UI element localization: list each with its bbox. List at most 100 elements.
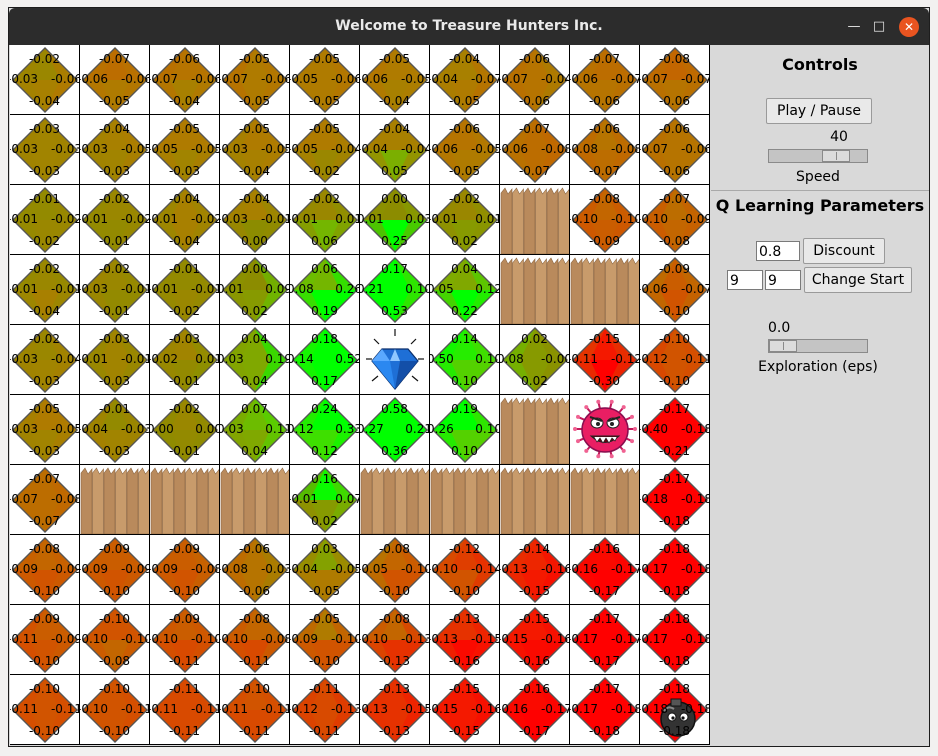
q-value-east: -0.16: [540, 562, 570, 576]
q-value-west: 0.03: [220, 422, 244, 436]
q-value-east: -0.05: [470, 142, 500, 156]
start-row-input[interactable]: 9: [727, 270, 763, 290]
q-value-east: -0.04: [540, 72, 570, 86]
q-value-west: 0.08: [290, 282, 314, 296]
q-value-west: -0.17: [570, 702, 599, 716]
fence-plank: [546, 467, 559, 534]
q-value-north: -0.15: [518, 612, 551, 626]
q-cell: 0.19 0.10 0.10 0.26: [430, 395, 500, 465]
title-bar[interactable]: Welcome to Treasure Hunters Inc. — □ ✕: [9, 8, 929, 45]
q-value-west: -0.05: [150, 142, 179, 156]
q-value-west: -0.01: [430, 212, 459, 226]
fence-plank: [383, 467, 396, 534]
q-value-south: -0.11: [168, 654, 201, 668]
q-value-south: -0.13: [378, 724, 411, 738]
q-cell: -0.01 -0.02 -0.02 -0.01: [10, 185, 80, 255]
q-value-north: -0.17: [658, 402, 691, 416]
fence-plank: [232, 467, 244, 534]
q-cell: 0.04 0.12 0.22 0.05: [430, 255, 500, 325]
speed-slider-thumb[interactable]: [822, 150, 851, 162]
q-value-east: 0.10: [405, 282, 430, 296]
close-icon[interactable]: ✕: [899, 17, 919, 37]
controls-heading: Controls: [782, 55, 858, 74]
fence-plank: [605, 257, 617, 324]
q-value-west: 0.50: [430, 352, 454, 366]
q-value-west: -0.11: [10, 702, 39, 716]
q-value-east: -0.08: [260, 632, 290, 646]
q-value-west: -0.08: [220, 562, 249, 576]
exploration-slider[interactable]: [768, 339, 868, 353]
q-value-east: -0.13: [400, 632, 430, 646]
q-value-west: -0.07: [500, 72, 529, 86]
q-value-east: 0.11: [265, 422, 290, 436]
q-value-south: -0.03: [28, 164, 61, 178]
exploration-slider-thumb[interactable]: [769, 340, 797, 352]
q-cell: 0.00 0.09 0.02 0.01: [220, 255, 290, 325]
q-value-north: -0.17: [658, 472, 691, 486]
window-title: Welcome to Treasure Hunters Inc.: [335, 18, 603, 34]
q-value-south: -0.10: [98, 724, 131, 738]
q-value-north: -0.14: [518, 542, 551, 556]
fence-icon: [360, 467, 429, 534]
q-value-west: -0.02: [150, 352, 179, 366]
discount-input[interactable]: 0.8: [756, 241, 800, 261]
fence-plank: [500, 467, 513, 534]
q-value-west: -0.11: [570, 352, 599, 366]
q-value-north: -0.07: [28, 472, 61, 486]
q-value-south: 0.02: [521, 374, 548, 388]
q-value-west: -0.18: [640, 702, 669, 716]
q-value-north: 0.16: [311, 472, 338, 486]
q-value-south: -0.10: [658, 304, 691, 318]
discount-button[interactable]: Discount: [803, 238, 885, 264]
q-value-south: -0.05: [448, 94, 481, 108]
q-value-east: -0.00: [540, 352, 570, 366]
minimize-icon[interactable]: —: [844, 17, 864, 37]
q-cell: -0.09 -0.09 -0.10 -0.09: [80, 535, 150, 605]
q-value-north: -0.09: [28, 612, 61, 626]
start-col-input[interactable]: 9: [765, 270, 801, 290]
fence-plank: [126, 467, 139, 534]
q-value-east: 0.52: [335, 352, 360, 366]
q-cell: -0.09 -0.09 -0.10 -0.11: [10, 605, 80, 675]
q-cell: -0.08 -0.07 -0.06 -0.07: [640, 45, 710, 115]
q-value-west: -0.05: [290, 72, 319, 86]
application-window: Welcome to Treasure Hunters Inc. — □ ✕ -…: [9, 8, 929, 746]
diamond-icon: [366, 329, 424, 390]
fence-plank: [372, 467, 384, 534]
q-value-west: -0.10: [80, 632, 109, 646]
wall-cell: [500, 465, 570, 535]
q-value-south: -0.11: [238, 654, 271, 668]
fence-plank: [488, 467, 499, 534]
q-value-east: -0.11: [50, 702, 80, 716]
q-value-south: -0.18: [588, 724, 621, 738]
q-cell: -0.17 -0.18 -0.18 -0.18: [640, 465, 710, 535]
fence-icon: [500, 257, 569, 324]
q-value-south: -0.18: [658, 724, 691, 738]
fence-icon: [570, 467, 639, 534]
q-value-east: -0.08: [190, 562, 220, 576]
q-value-east: -0.05: [400, 72, 430, 86]
speed-slider[interactable]: [768, 149, 868, 163]
player-cell: -0.18 -0.18 -0.18 -0.18: [640, 675, 710, 745]
change-start-button[interactable]: Change Start: [804, 267, 912, 293]
q-value-west: 0.26: [430, 422, 454, 436]
fence-plank: [173, 467, 186, 534]
q-cell: -0.11 -0.11 -0.11 -0.11: [150, 675, 220, 745]
q-value-south: -0.11: [168, 724, 201, 738]
q-value-south: -0.03: [28, 444, 61, 458]
q-value-north: -0.09: [168, 542, 201, 556]
maximize-icon[interactable]: □: [869, 17, 889, 37]
q-value-west: 0.27: [360, 422, 384, 436]
q-value-north: -0.02: [98, 192, 131, 206]
q-value-south: -0.13: [378, 654, 411, 668]
q-cell: 0.18 0.52 0.17 0.14: [290, 325, 360, 395]
q-learning-heading: Q Learning Parameters: [715, 196, 925, 215]
q-value-north: -0.05: [308, 122, 341, 136]
fence-icon: [80, 467, 149, 534]
q-cell: -0.08 -0.10 -0.09 -0.10: [570, 185, 640, 255]
play-pause-button[interactable]: Play / Pause: [766, 98, 872, 124]
q-cell: -0.06 -0.08 -0.07 -0.08: [570, 115, 640, 185]
q-value-east: -0.18: [680, 562, 710, 576]
q-cell: -0.10 -0.11 -0.10 -0.11: [10, 675, 80, 745]
q-value-east: 0.01: [335, 212, 360, 226]
